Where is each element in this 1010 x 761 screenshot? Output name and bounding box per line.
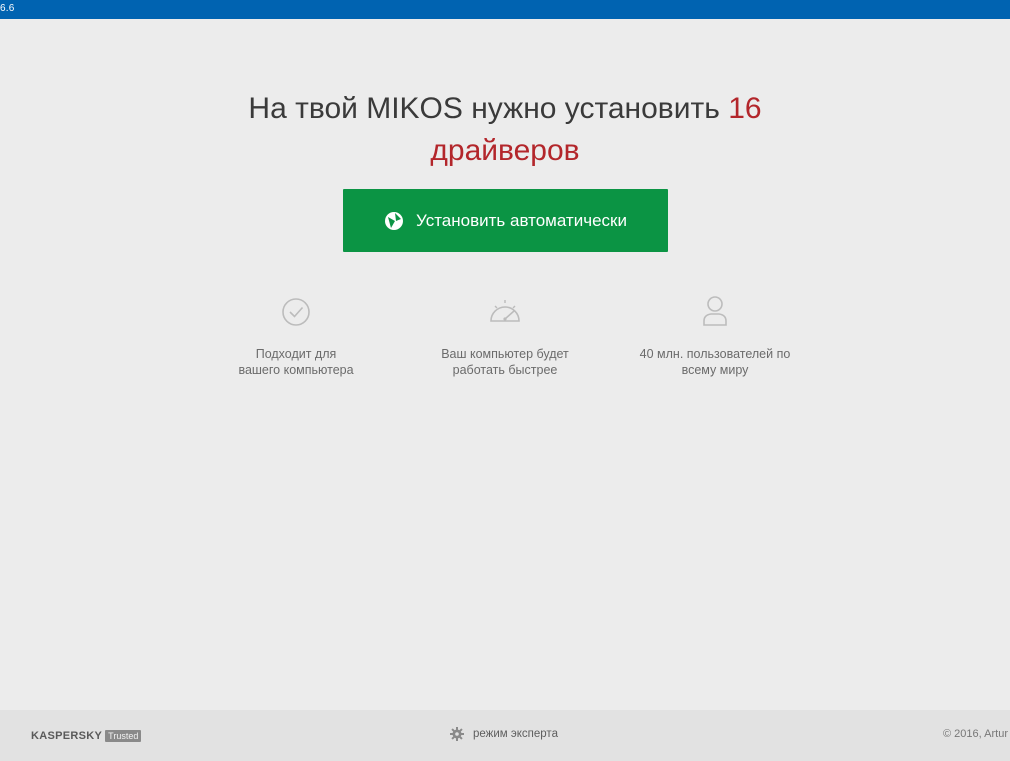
features-row: Подходит для вашего компьютера Ваш компь… (0, 290, 1010, 400)
user-icon (697, 290, 733, 326)
checkmark-circle-icon (278, 290, 314, 326)
feature-faster: Ваш компьютер будет работать быстрее (405, 290, 605, 378)
copyright: © 2016, Artur (943, 728, 1008, 740)
headline-prefix: На твой MIKOS нужно установить (248, 92, 729, 125)
feature-text-line-2: всему миру (681, 363, 749, 377)
feature-text-line-2: работать быстрее (452, 363, 558, 377)
driver-count: 16 (728, 92, 762, 125)
install-automatically-button[interactable]: Установить автоматически (343, 189, 668, 252)
headline-line-1: На твой MIKOS нужно установить 16 (0, 88, 1010, 130)
expert-mode-label: режим эксперта (473, 728, 558, 740)
headline-line-2: драйверов (430, 134, 580, 167)
kaspersky-name: KASPERSKY (31, 730, 103, 742)
page-headline: На твой MIKOS нужно установить 16 драйве… (0, 88, 1010, 172)
feature-users: 40 млн. пользователей по всему миру (615, 290, 815, 378)
trusted-badge: Trusted (105, 730, 142, 742)
feature-text: 40 млн. пользователей по всему миру (615, 346, 815, 378)
feature-text: Ваш компьютер будет работать быстрее (405, 346, 605, 378)
version-label: 6.6 (0, 3, 15, 14)
gear-icon (450, 727, 464, 741)
title-bar: 6.6 (0, 0, 1010, 19)
install-button-label: Установить автоматически (416, 210, 627, 230)
feature-text-line-1: 40 млн. пользователей по (639, 347, 791, 361)
feature-text: Подходит для вашего компьютера (196, 346, 396, 378)
feature-compatible: Подходит для вашего компьютера (196, 290, 396, 378)
expert-mode-link[interactable]: режим эксперта (450, 727, 558, 741)
feature-text-line-1: Ваш компьютер будет (441, 347, 569, 361)
feature-text-line-1: Подходит для (255, 347, 337, 361)
feature-text-line-2: вашего компьютера (238, 363, 354, 377)
driverpack-ball-icon (384, 211, 404, 231)
footer: KASPERSKY Trusted режим эксперта © 2016,… (0, 710, 1010, 761)
speedometer-icon (487, 290, 523, 326)
kaspersky-trusted-logo: KASPERSKY Trusted (31, 729, 142, 743)
